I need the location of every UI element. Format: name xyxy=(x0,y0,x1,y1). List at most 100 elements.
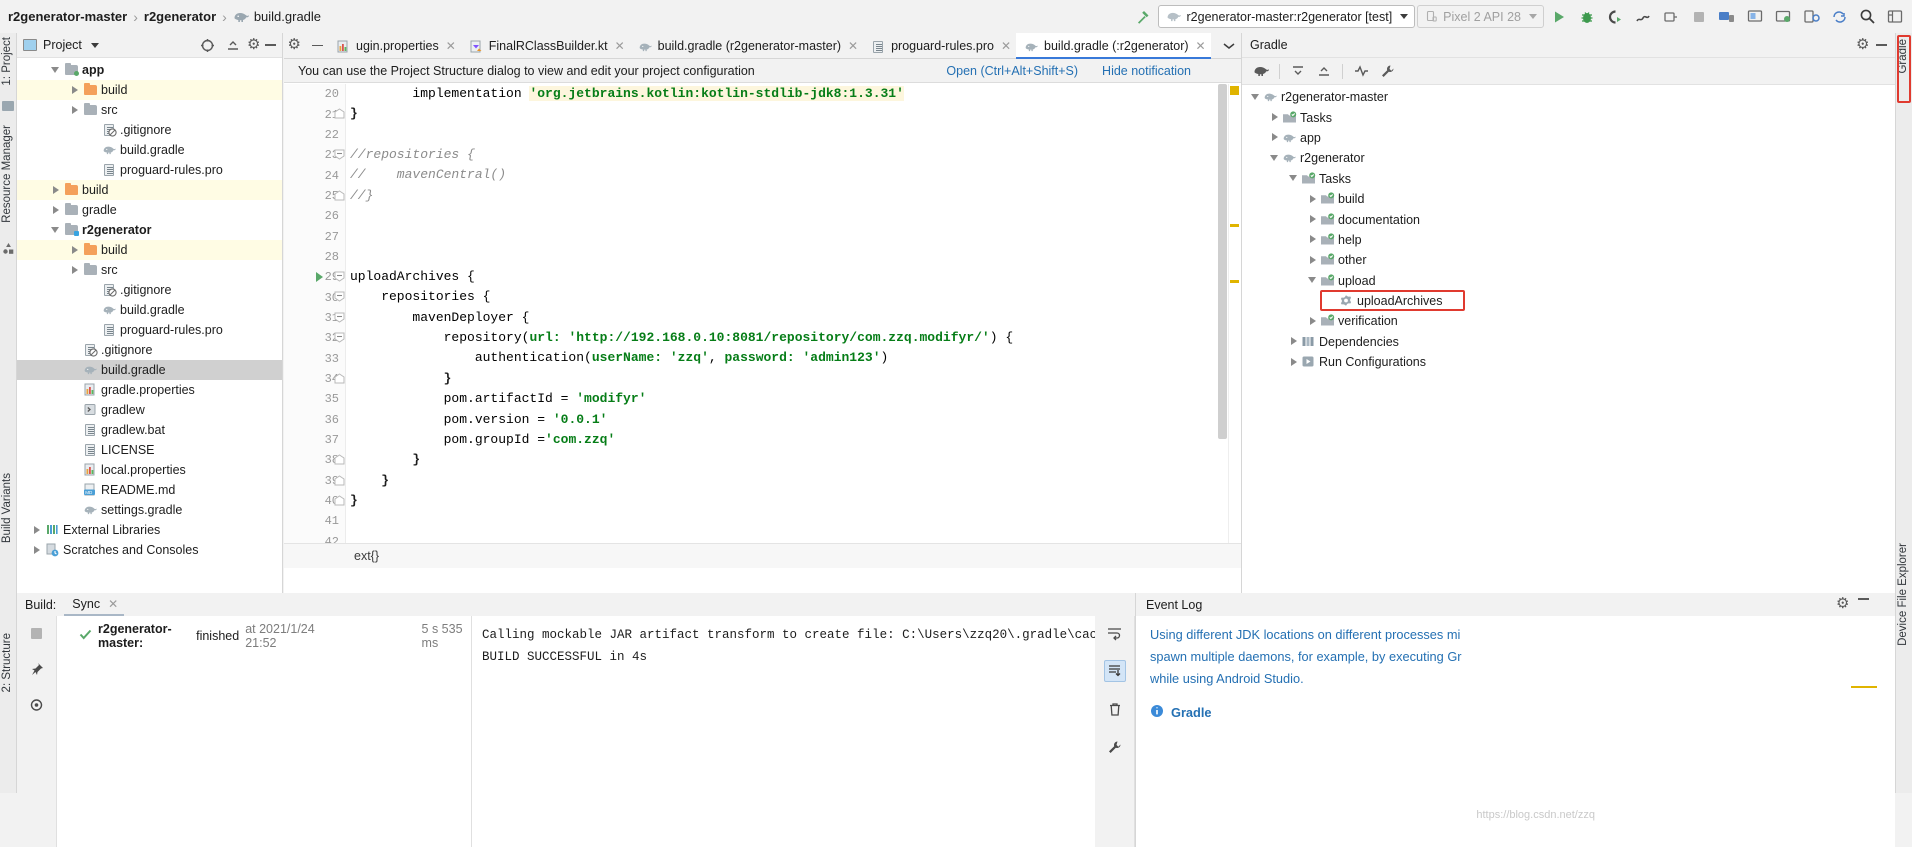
chevron-right-icon[interactable] xyxy=(1307,213,1320,226)
search-icon[interactable] xyxy=(1854,4,1880,30)
tree-item-proguard-rules-pro[interactable]: proguard-rules.pro xyxy=(17,160,282,180)
build-console[interactable]: Calling mockable JAR artifact transform … xyxy=(472,616,1132,847)
wrench-icon[interactable] xyxy=(1376,60,1398,82)
tool-window-resource-manager[interactable]: Resource Manager xyxy=(1,125,13,223)
tool-window-build-variants[interactable]: Build Variants xyxy=(1,473,13,543)
fold-collapse-icon[interactable] xyxy=(334,291,345,306)
attach-debugger-icon[interactable] xyxy=(1658,4,1684,30)
close-icon[interactable]: ✕ xyxy=(613,39,625,53)
gradle-tree-item-tasks[interactable]: Tasks xyxy=(1242,169,1895,189)
editor-tab-build-gradle-r2generator-master[interactable]: build.gradle (r2generator-master) ✕ xyxy=(630,33,863,58)
tree-item-build[interactable]: build xyxy=(17,240,282,260)
gradle-tree[interactable]: r2generator-master Tasks app r2generator Tas… xyxy=(1242,85,1895,593)
sync-gradle-icon[interactable] xyxy=(1826,4,1852,30)
tree-item-local-properties[interactable]: local.properties xyxy=(17,460,282,480)
editor-tab-build-gradle-r2generator[interactable]: build.gradle (:r2generator) ✕ xyxy=(1016,33,1211,59)
collapse-all-icon[interactable] xyxy=(222,34,244,56)
tree-item-gradle-properties[interactable]: gradle.properties xyxy=(17,380,282,400)
gradle-tree-item-run-configurations[interactable]: Run Configurations xyxy=(1242,352,1895,372)
hide-icon[interactable] xyxy=(265,44,276,46)
fold-collapse-icon[interactable] xyxy=(334,271,345,286)
chevron-right-icon[interactable] xyxy=(1269,111,1282,124)
tree-item-build[interactable]: build xyxy=(17,80,282,100)
tree-item-r2generator[interactable]: r2generator xyxy=(17,220,282,240)
tree-item-build-gradle[interactable]: build.gradle xyxy=(17,140,282,160)
tab-sync[interactable]: Sync ✕ xyxy=(64,597,124,617)
chevron-right-icon[interactable] xyxy=(50,204,62,216)
tree-item-app[interactable]: app xyxy=(17,60,282,80)
fold-end-icon[interactable] xyxy=(334,495,345,510)
soft-wrap-icon[interactable] xyxy=(1104,622,1126,644)
chevron-right-icon[interactable] xyxy=(69,264,81,276)
settings-icon[interactable] xyxy=(247,35,261,53)
tree-item-scratches-and-consoles[interactable]: Scratches and Consoles xyxy=(17,540,282,560)
chevron-down-icon[interactable] xyxy=(1250,91,1263,104)
breadcrumb-item-0[interactable]: r2generator-master xyxy=(8,9,127,24)
close-icon[interactable]: ✕ xyxy=(444,39,456,53)
tree-item-gradlew-bat[interactable]: gradlew.bat xyxy=(17,420,282,440)
fold-collapse-icon[interactable] xyxy=(334,149,345,164)
layout-inspector-icon[interactable] xyxy=(1742,4,1768,30)
eye-icon[interactable] xyxy=(26,694,48,716)
chevron-right-icon[interactable] xyxy=(31,524,43,536)
fold-collapse-icon[interactable] xyxy=(334,312,345,327)
breadcrumb-item-1[interactable]: r2generator xyxy=(144,9,216,24)
project-tree[interactable]: app build src .gitignore build.gradle proguar… xyxy=(17,58,282,593)
locate-icon[interactable] xyxy=(196,34,218,56)
gradle-tree-item-app[interactable]: app xyxy=(1242,128,1895,148)
tree-item-src[interactable]: src xyxy=(17,100,282,120)
chevron-down-icon[interactable] xyxy=(90,42,99,48)
chevron-down-icon[interactable] xyxy=(1269,152,1282,165)
tabs-overflow-chevron-icon[interactable] xyxy=(1217,33,1241,58)
project-panel-title[interactable]: Project xyxy=(43,38,82,52)
chevron-right-icon[interactable] xyxy=(1269,131,1282,144)
tree-item-readme-md[interactable]: MD README.md xyxy=(17,480,282,500)
fold-end-icon[interactable] xyxy=(334,108,345,123)
run-configuration-selector[interactable]: r2generator-master:r2generator [test] xyxy=(1157,5,1416,28)
tree-item-external-libraries[interactable]: External Libraries xyxy=(17,520,282,540)
tool-window-device-file-explorer[interactable]: Device File Explorer xyxy=(1897,543,1909,646)
debug-icon[interactable] xyxy=(1574,4,1600,30)
scroll-to-end-icon[interactable] xyxy=(1103,660,1126,682)
run-icon[interactable] xyxy=(1546,4,1572,30)
tool-window-project[interactable]: 1: Project xyxy=(1,37,13,86)
editor-tab-finalrclassbuilder-kt[interactable]: FinalRClassBuilder.kt ✕ xyxy=(461,33,630,58)
chevron-right-icon[interactable] xyxy=(50,184,62,196)
wrench-icon[interactable] xyxy=(1104,736,1126,758)
chevron-right-icon[interactable] xyxy=(1307,254,1320,267)
gradle-tree-item-help[interactable]: help xyxy=(1242,230,1895,250)
run-gutter-icon[interactable] xyxy=(316,272,323,283)
tree-item-settings-gradle[interactable]: settings.gradle xyxy=(17,500,282,520)
collapse-all-icon[interactable] xyxy=(1313,60,1335,82)
open-project-structure-link[interactable]: Open (Ctrl+Alt+Shift+S) xyxy=(946,64,1078,78)
fold-end-icon[interactable] xyxy=(334,474,345,490)
build-status-row[interactable]: r2generator-master: finished at 2021/1/2… xyxy=(57,622,471,650)
gradle-tree-item-r2generator-master[interactable]: r2generator-master xyxy=(1242,87,1895,107)
editor-tab-ugin-properties[interactable]: ugin.properties ✕ xyxy=(328,33,461,58)
tree-item-gradlew[interactable]: gradlew xyxy=(17,400,282,420)
hide-notification-link[interactable]: Hide notification xyxy=(1102,64,1191,78)
tree-item-license[interactable]: LICENSE xyxy=(17,440,282,460)
error-marker-bar[interactable] xyxy=(1228,84,1241,568)
chevron-right-icon[interactable] xyxy=(69,84,81,96)
settings-icon[interactable] xyxy=(1856,35,1870,53)
tree-item-src[interactable]: src xyxy=(17,260,282,280)
gradle-tree-item-upload[interactable]: upload xyxy=(1242,271,1895,291)
chevron-down-icon[interactable] xyxy=(50,64,62,76)
sdk-manager-icon[interactable] xyxy=(1770,4,1796,30)
pin-icon[interactable] xyxy=(26,658,48,680)
chevron-down-icon[interactable] xyxy=(50,224,62,236)
tree-item-gitignore[interactable]: .gitignore xyxy=(17,280,282,300)
expand-all-icon[interactable] xyxy=(1287,60,1309,82)
gradle-tree-item-uploadarchives[interactable]: uploadArchives xyxy=(1242,289,1895,311)
chevron-right-icon[interactable] xyxy=(1288,335,1301,348)
chevron-right-icon[interactable] xyxy=(1288,356,1301,369)
gradle-tree-item-build[interactable]: build xyxy=(1242,189,1895,209)
gradle-tree-item-verification[interactable]: verification xyxy=(1242,311,1895,331)
chevron-right-icon[interactable] xyxy=(31,544,43,556)
editor-scrollbar[interactable] xyxy=(1218,84,1228,568)
hide-icon[interactable] xyxy=(306,33,328,58)
tree-item-build[interactable]: build xyxy=(17,180,282,200)
tool-window-structure[interactable]: 2: Structure xyxy=(1,633,13,692)
close-icon[interactable]: ✕ xyxy=(106,597,118,611)
